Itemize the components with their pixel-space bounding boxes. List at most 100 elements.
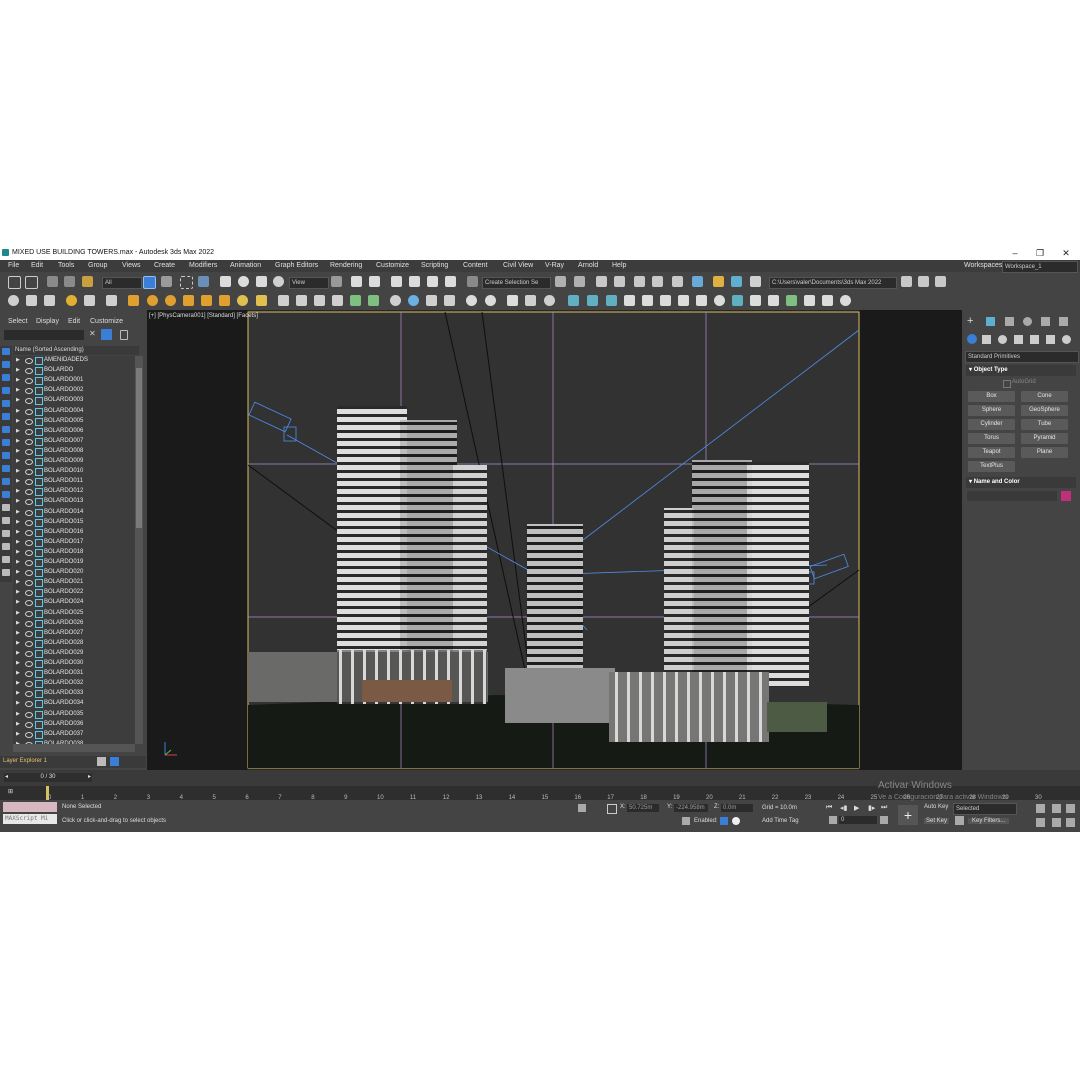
visibility-eye-icon[interactable] — [25, 438, 33, 445]
workspace-dropdown[interactable]: Workspace_1 — [1002, 261, 1078, 273]
next-frame-icon[interactable]: ▮▸ — [868, 804, 875, 812]
expand-arrow-icon[interactable]: ▶ — [16, 730, 20, 739]
corona-sun-icon[interactable] — [714, 295, 725, 306]
layer-stack-icon[interactable] — [97, 757, 106, 766]
list-item[interactable]: ▶ BOLARDO010 — [13, 467, 135, 477]
object-type-rollout[interactable]: ▾ Object Type — [966, 365, 1076, 376]
display-all-icon[interactable] — [2, 348, 10, 355]
select-object-icon[interactable] — [143, 276, 156, 289]
list-item[interactable]: ▶ BOLARDO025 — [13, 609, 135, 618]
expand-arrow-icon[interactable]: ▶ — [16, 568, 20, 577]
vray-scatter-icon[interactable] — [350, 295, 361, 306]
arnold-shader-icon[interactable] — [408, 295, 419, 306]
explorer-tab-edit[interactable]: Edit — [68, 318, 80, 325]
list-item[interactable]: ▶ BOLARDO022 — [13, 588, 135, 598]
vray-ambient-icon[interactable] — [256, 295, 267, 306]
selection-filter-dropdown[interactable]: All — [102, 277, 142, 289]
key-filters-button[interactable]: Key Filters... — [968, 818, 1010, 824]
display-options-icon[interactable] — [2, 569, 10, 576]
expand-arrow-icon[interactable]: ▶ — [16, 659, 20, 668]
set-key-big-button[interactable]: + — [898, 805, 918, 825]
time-tag-icon[interactable] — [682, 817, 690, 825]
list-item[interactable]: ▶ BOLARDO030 — [13, 659, 135, 668]
box-button[interactable]: Box — [968, 391, 1015, 402]
cone-button[interactable]: Cone — [1021, 391, 1068, 402]
explorer-vertical-scrollbar[interactable] — [135, 356, 143, 744]
ribbon-icon[interactable] — [634, 276, 645, 287]
visibility-eye-icon[interactable] — [25, 580, 33, 587]
vray-decal-icon[interactable] — [368, 295, 379, 306]
corona-icon-3[interactable] — [606, 295, 617, 306]
expand-arrow-icon[interactable]: ▶ — [16, 548, 20, 557]
corona-ipr-icon[interactable] — [768, 295, 779, 306]
corona-render-icon[interactable] — [750, 295, 761, 306]
expand-arrow-icon[interactable]: ▶ — [16, 558, 20, 567]
list-item[interactable]: ▶ BOLARDO027 — [13, 629, 135, 638]
key-mode-icon[interactable] — [829, 816, 837, 824]
select-by-name-icon[interactable] — [161, 276, 172, 287]
list-item[interactable]: ▶ BOLARDO017 — [13, 538, 135, 547]
corona-icon-1[interactable] — [568, 295, 579, 306]
visibility-eye-icon[interactable] — [25, 701, 33, 708]
project-browse-icon[interactable] — [918, 276, 929, 287]
arnold-help-icon[interactable] — [544, 295, 555, 306]
explorer-horizontal-scrollbar[interactable] — [13, 744, 135, 752]
list-item[interactable]: ▶ BOLARDO021 — [13, 578, 135, 588]
visibility-eye-icon[interactable] — [25, 398, 33, 405]
visibility-eye-icon[interactable] — [25, 549, 33, 556]
shapes-category-icon[interactable] — [982, 335, 991, 344]
place-icon[interactable] — [273, 276, 284, 287]
sphere-button[interactable]: Sphere — [968, 405, 1015, 416]
cameras-category-icon[interactable] — [1014, 335, 1023, 344]
menu-animation[interactable]: Animation — [230, 262, 261, 269]
visibility-eye-icon[interactable] — [25, 388, 33, 395]
display-bones-icon[interactable] — [2, 465, 10, 472]
teapot-button[interactable]: Teapot — [968, 447, 1015, 458]
arnold-ipr-icon[interactable] — [466, 295, 477, 306]
restore-button[interactable]: ❐ — [1033, 247, 1047, 259]
expand-arrow-icon[interactable]: ▶ — [16, 699, 20, 708]
visibility-eye-icon[interactable] — [25, 590, 33, 597]
corona-camera-icon[interactable] — [642, 295, 653, 306]
eye-icon[interactable] — [840, 295, 851, 306]
display-children-icon[interactable] — [2, 517, 10, 524]
expand-arrow-icon[interactable]: ▶ — [16, 538, 20, 547]
render-production-icon[interactable] — [750, 276, 761, 287]
arnold-render-icon[interactable] — [444, 295, 455, 306]
list-item[interactable]: ▶ BOLARDO019 — [13, 558, 135, 567]
spacewarps-category-icon[interactable] — [1046, 335, 1055, 344]
time-next-icon[interactable]: ▸ — [88, 773, 91, 782]
close-button[interactable]: ✕ — [1059, 247, 1073, 259]
display-references-icon[interactable] — [2, 530, 10, 537]
vray-camera-icon[interactable] — [106, 295, 117, 306]
list-item[interactable]: ▶ BOLARDO018 — [13, 548, 135, 557]
expand-arrow-icon[interactable]: ▶ — [16, 518, 20, 527]
corona-icon-2[interactable] — [587, 295, 598, 306]
hierarchy-tab-icon[interactable] — [1005, 317, 1014, 326]
helpers-category-icon[interactable] — [1030, 335, 1039, 344]
list-item[interactable]: ▶ BOLARDO029 — [13, 649, 135, 658]
list-item[interactable]: ▶ BOLARDO006 — [13, 427, 135, 436]
menu-create[interactable]: Create — [154, 262, 175, 269]
filter-icon[interactable] — [101, 329, 112, 340]
viewport-label[interactable]: [+] [PhysCamera001] [Standard] [Facets] — [149, 313, 258, 319]
visibility-eye-icon[interactable] — [25, 539, 33, 546]
explorer-tab-display[interactable]: Display — [36, 318, 59, 325]
menu-scripting[interactable]: Scripting — [421, 262, 448, 269]
visibility-eye-icon[interactable] — [25, 459, 33, 465]
expand-arrow-icon[interactable]: ▶ — [16, 427, 20, 436]
toggle-scene-explorer-icon[interactable] — [596, 276, 607, 287]
expand-arrow-icon[interactable]: ▶ — [16, 619, 20, 628]
visibility-eye-icon[interactable] — [25, 469, 33, 476]
menu-modifiers[interactable]: Modifiers — [189, 262, 217, 269]
z-coordinate-field[interactable]: 0.0m — [721, 804, 753, 812]
move-icon[interactable] — [220, 276, 231, 287]
vray-omni-icon[interactable] — [237, 295, 248, 306]
visibility-eye-icon[interactable] — [25, 428, 33, 435]
expand-arrow-icon[interactable]: ▶ — [16, 376, 20, 385]
curve-editor-icon[interactable] — [652, 276, 663, 287]
list-item[interactable]: ▶ BOLARDO013 — [13, 497, 135, 507]
list-item[interactable]: ▶ BOLARDO026 — [13, 619, 135, 628]
visibility-eye-icon[interactable] — [25, 499, 33, 506]
rectangular-selection-icon[interactable] — [180, 276, 193, 289]
